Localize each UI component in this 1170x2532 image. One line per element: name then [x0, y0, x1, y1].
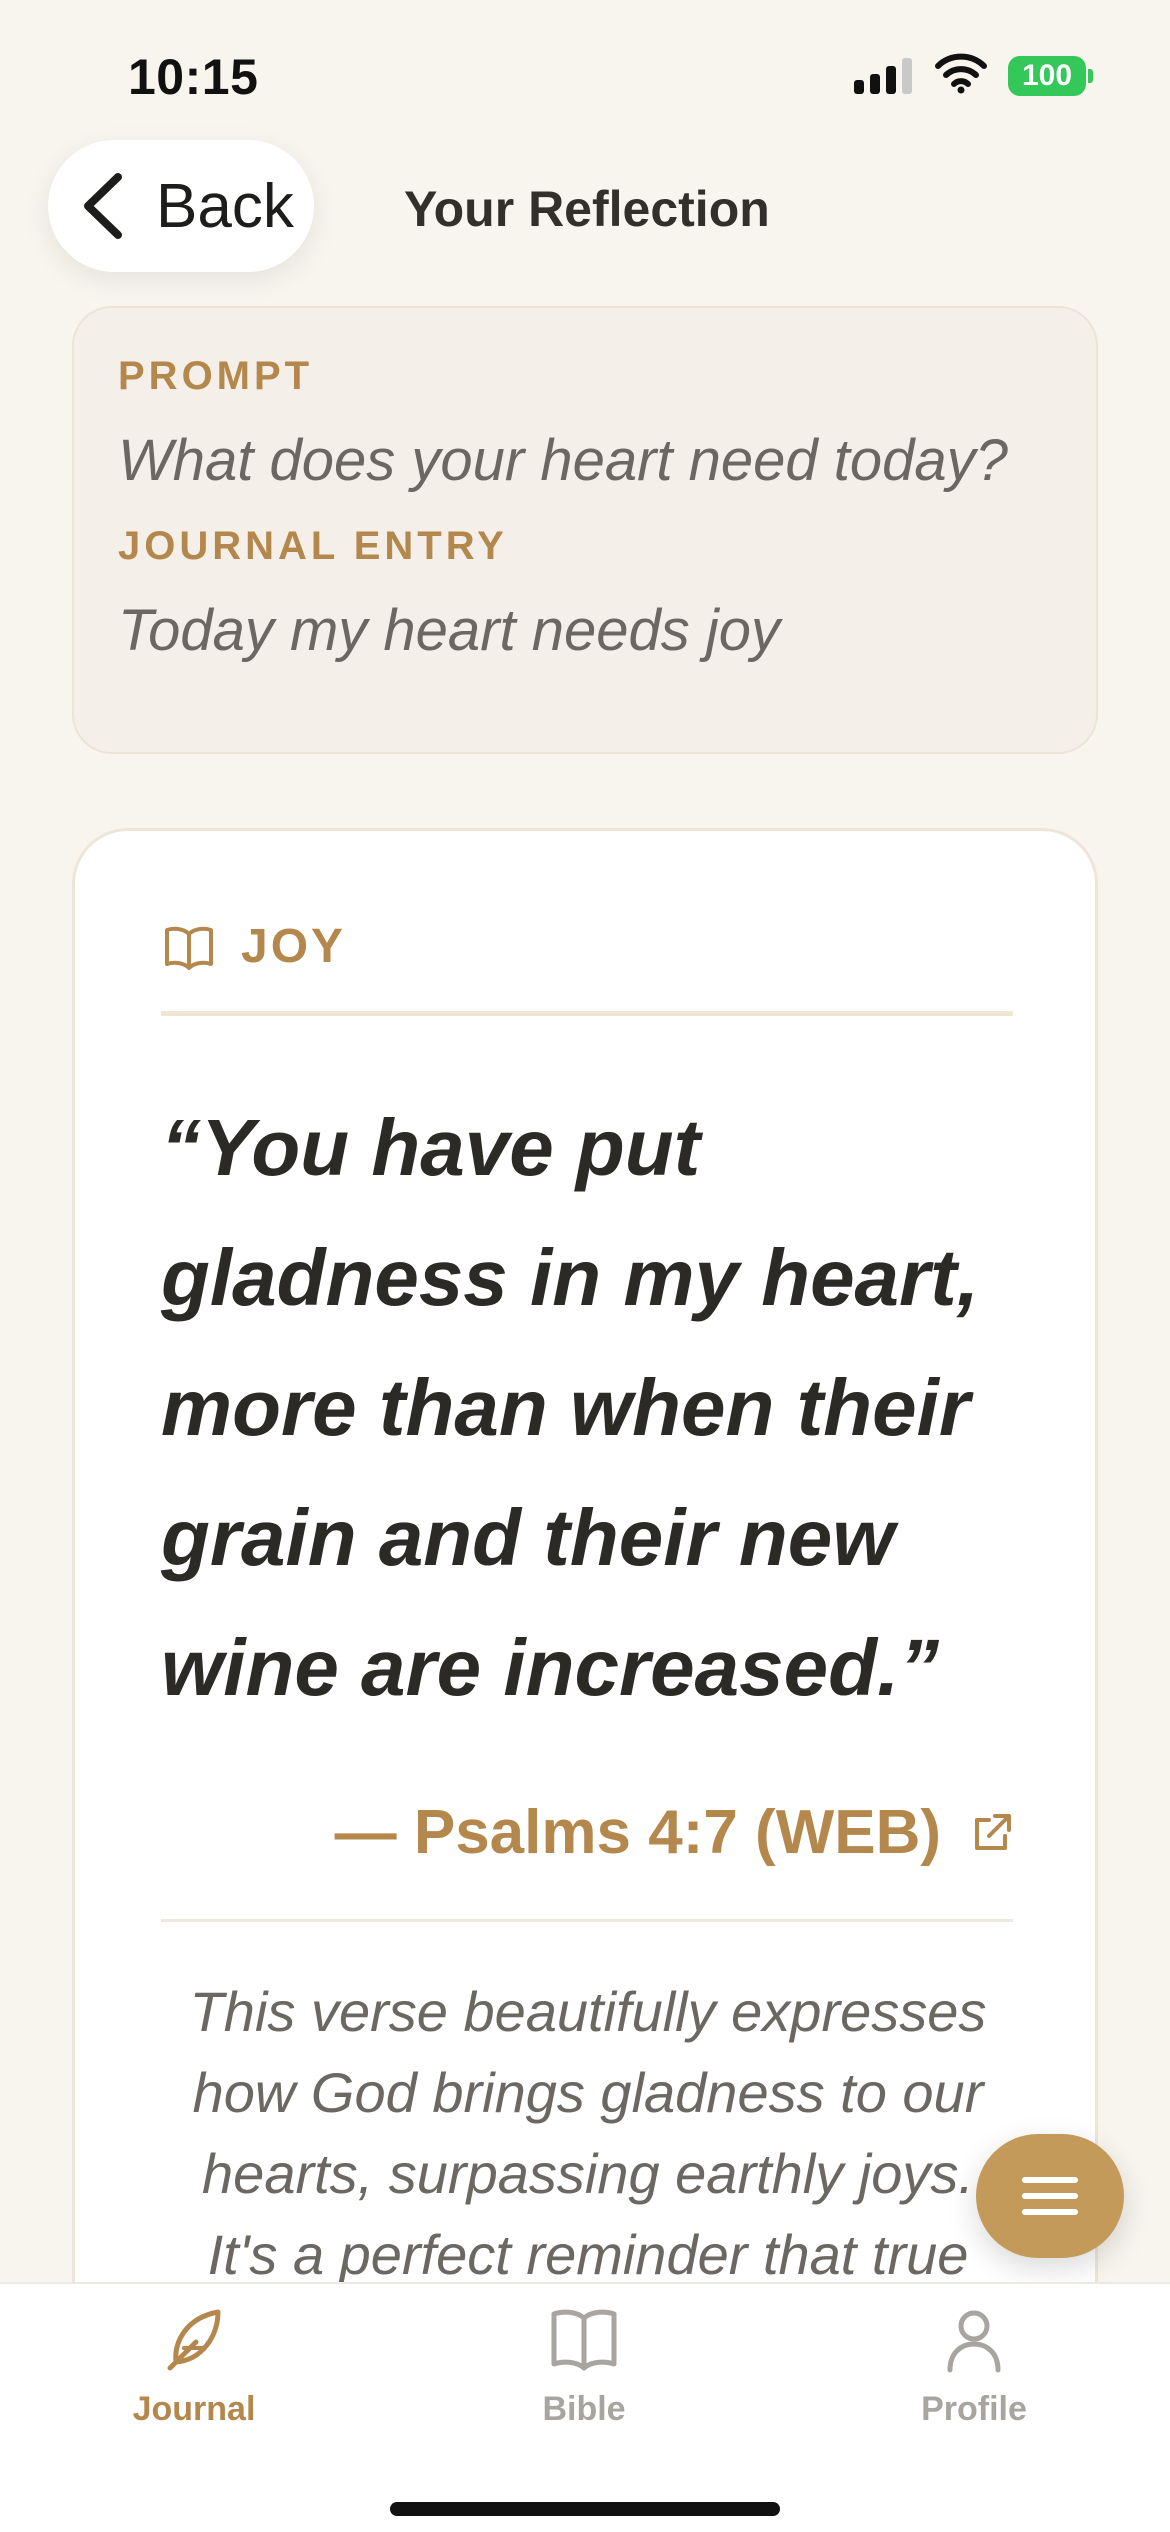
chevron-left-icon — [84, 173, 122, 239]
tab-journal-label: Journal — [132, 2390, 256, 2428]
status-time: 10:15 — [128, 49, 259, 105]
open-book-icon — [165, 926, 213, 970]
home-indicator — [390, 2502, 780, 2516]
person-icon — [947, 2310, 1001, 2373]
cellular-signal-icon — [854, 58, 914, 94]
tab-bible-label: Bible — [542, 2390, 626, 2428]
menu-button[interactable] — [976, 2134, 1124, 2258]
page-title: Your Reflection — [404, 181, 770, 237]
prompt-text: What does your heart need today? — [118, 428, 1008, 493]
tab-journal[interactable]: Journal — [84, 2302, 304, 2429]
verse-reference-link[interactable]: — Psalms 4:7 (WEB) — [335, 1797, 1013, 1868]
battery-indicator: 100 — [1008, 56, 1093, 96]
tab-bar: Journal Bible Profile — [0, 2282, 1170, 2532]
status-bar: 10:15 100 — [0, 0, 1170, 140]
divider — [161, 1011, 1013, 1016]
reflection-text: This verse beautifully expresses how God… — [189, 1980, 987, 2286]
external-link-icon — [975, 1813, 1011, 1850]
topic-label: JOY — [241, 920, 347, 973]
verse-reference: — Psalms 4:7 (WEB) — [334, 1798, 941, 1867]
book-icon — [551, 2309, 617, 2371]
verse-text: “You have put gladness in my heart, more… — [161, 1103, 980, 1712]
prompt-label: PROMPT — [118, 354, 314, 398]
topic-row: JOY — [163, 919, 346, 974]
wifi-icon — [935, 53, 987, 94]
feather-icon — [167, 2309, 221, 2371]
tab-bible[interactable]: Bible — [474, 2302, 694, 2429]
tab-profile-label: Profile — [921, 2390, 1027, 2428]
divider — [161, 1919, 1013, 1922]
back-button[interactable]: Back — [48, 140, 314, 272]
tab-profile[interactable]: Profile — [864, 2302, 1084, 2429]
verse-card: JOY “You have put gladness in my heart, … — [72, 828, 1098, 2532]
prompt-card: PROMPT What does your heart need today? … — [72, 306, 1098, 754]
menu-icon — [1022, 2177, 1078, 2215]
journal-entry-label: JOURNAL ENTRY — [118, 524, 508, 568]
journal-entry-text: Today my heart needs joy — [118, 598, 781, 663]
back-button-label: Back — [156, 171, 294, 241]
